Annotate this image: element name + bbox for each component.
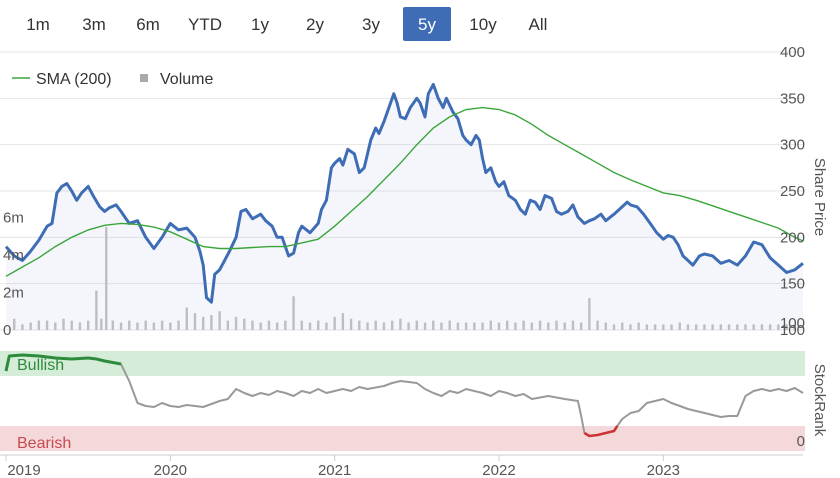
range-button-2y[interactable]: 2y [306, 15, 324, 34]
price-tick-label: 350 [780, 90, 805, 107]
chart-legend: SMA (200) Volume [12, 71, 213, 88]
range-button-ytd[interactable]: YTD [188, 15, 222, 34]
volume-tick-label: 6m [3, 210, 24, 227]
volume-tick-label: 2m [3, 285, 24, 302]
x-tick-label: 2020 [154, 462, 187, 478]
range-button-label[interactable]: 6m [136, 15, 160, 34]
price-area [6, 84, 803, 331]
range-button-6m[interactable]: 6m [136, 15, 160, 34]
legend-label-volume: Volume [160, 71, 213, 88]
range-button-label[interactable]: 1m [26, 15, 50, 34]
range-button-label[interactable]: 10y [469, 15, 497, 34]
volume-tick-label: 4m [3, 247, 24, 264]
price-tick-label: 400 [780, 44, 805, 61]
stockrank-panel: BullishBearish1000StockRank [0, 315, 828, 452]
range-button-label[interactable]: YTD [188, 15, 222, 34]
rank-tick-label: 0 [797, 433, 805, 450]
range-button-all[interactable]: All [529, 15, 548, 34]
range-button-3m[interactable]: 3m [82, 15, 106, 34]
volume-tick-label: 0 [3, 322, 11, 339]
rank-tick-label: 100 [780, 315, 805, 332]
range-button-label[interactable]: 3y [362, 15, 380, 34]
price-tick-label: 150 [780, 276, 805, 293]
price-axis-title: Share Price [811, 158, 828, 236]
stockrank-axis-title: StockRank [811, 364, 828, 437]
price-tick-label: 300 [780, 137, 805, 154]
legend-label-sma: SMA (200) [36, 71, 112, 88]
zone-label-bearish: Bearish [17, 435, 71, 452]
price-tick-label: 250 [780, 183, 805, 200]
time-axis: 2019 2020 2021 2022 2023 [0, 454, 803, 478]
price-panel [4, 82, 804, 331]
range-button-10y[interactable]: 10y [469, 15, 497, 34]
range-button-label[interactable]: 3m [82, 15, 106, 34]
range-button-1y[interactable]: 1y [251, 15, 269, 34]
range-selector: 1m 3m 6m YTD 1y 2y 3y 5y 10y All [26, 7, 547, 41]
range-button-label[interactable]: 5y [418, 15, 436, 34]
x-tick-label: 2019 [7, 462, 40, 478]
range-button-1m[interactable]: 1m [26, 15, 50, 34]
range-button-label[interactable]: 1y [251, 15, 269, 34]
price-tick-label: 200 [780, 229, 805, 246]
x-tick-label: 2023 [647, 462, 680, 478]
range-button-5y[interactable]: 5y [403, 7, 451, 41]
zone-bearish [0, 426, 805, 451]
range-button-3y[interactable]: 3y [362, 15, 380, 34]
square-swatch-icon [140, 74, 148, 82]
x-tick-label: 2021 [318, 462, 351, 478]
x-tick-label: 2022 [482, 462, 515, 478]
range-button-label[interactable]: 2y [306, 15, 324, 34]
stock-chart: 1m 3m 6m YTD 1y 2y 3y 5y 10y All SMA (200) Volume … [0, 7, 828, 478]
range-button-label[interactable]: All [529, 15, 548, 34]
